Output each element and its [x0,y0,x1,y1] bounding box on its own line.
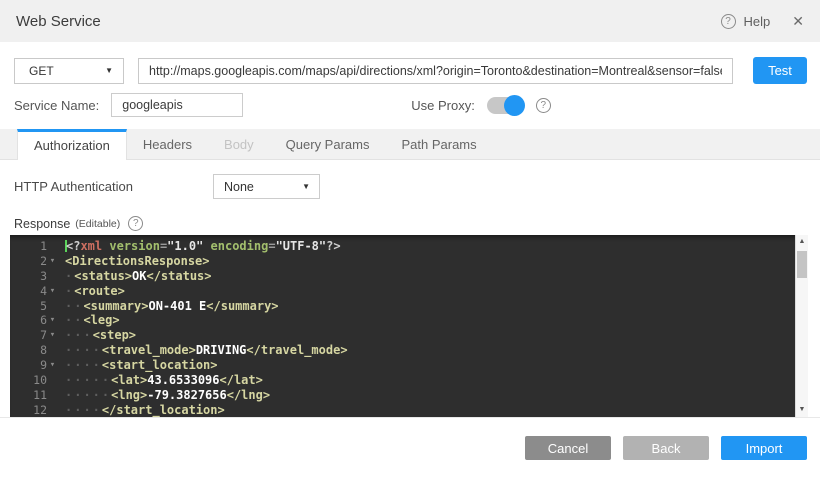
http-method-select[interactable]: GET ▼ [14,58,124,84]
toggle-knob-icon [504,95,525,116]
code-line: 12····</start_location> [10,403,795,417]
tab-bar: AuthorizationHeadersBodyQuery ParamsPath… [0,129,820,160]
chevron-down-icon: ▼ [302,182,310,191]
response-editor: 1<?xml version="1.0" encoding="UTF-8"?>2… [10,235,808,417]
fold-spacer [47,343,58,358]
back-button[interactable]: Back [623,436,709,460]
dialog-footer: Cancel Back Import [0,417,820,478]
code-line: 1<?xml version="1.0" encoding="UTF-8"?> [10,239,795,254]
tab-body: Body [208,129,270,159]
http-auth-value: None [224,180,254,194]
code-line: 4▾·<route> [10,284,795,299]
dialog-header: Web Service ? Help ✕ [0,0,820,42]
code-line: 11·····<lng>-79.3827656</lng> [10,388,795,403]
fold-arrow-icon[interactable]: ▾ [47,328,58,343]
help-link[interactable]: Help [744,14,771,29]
header-actions: ? Help ✕ [721,13,804,30]
response-help-icon[interactable]: ? [128,216,143,231]
http-method-value: GET [29,64,54,78]
service-row: Service Name: Use Proxy: ? [14,93,807,117]
proxy-help-icon[interactable]: ? [536,98,551,113]
response-editable-label: (Editable) [75,218,120,230]
editor-scrollbar: ▲ ▼ [795,235,808,417]
code-line: 3·<status>OK</status> [10,269,795,284]
use-proxy-label: Use Proxy: [411,98,475,113]
service-name-input[interactable] [111,93,243,117]
help-circle-icon[interactable]: ? [721,14,736,29]
fold-arrow-icon[interactable]: ▾ [47,254,58,269]
code-line: 9▾····<start_location> [10,358,795,373]
import-button[interactable]: Import [721,436,807,460]
code-line: 6▾··<leg> [10,313,795,328]
scroll-down-icon[interactable]: ▼ [796,403,808,417]
tab-authorization[interactable]: Authorization [17,129,127,160]
fold-spacer [47,403,58,417]
url-input[interactable] [138,58,733,84]
response-label: Response [14,217,70,231]
fold-spacer [47,239,58,254]
service-name-label: Service Name: [14,98,99,113]
web-service-dialog: Web Service ? Help ✕ GET ▼ Test Service … [0,0,820,478]
code-line: 10·····<lat>43.6533096</lat> [10,373,795,388]
close-icon[interactable]: ✕ [792,13,804,30]
tab-headers[interactable]: Headers [127,129,208,159]
http-auth-label: HTTP Authentication [14,179,213,194]
code-line: 5··<summary>ON-401 E</summary> [10,299,795,314]
request-row: GET ▼ Test [14,57,807,84]
code-line: 7▾···<step> [10,328,795,343]
use-proxy-toggle[interactable] [487,97,524,114]
tab-query-params[interactable]: Query Params [270,129,386,159]
response-label-row: Response (Editable) ? [14,216,806,231]
fold-arrow-icon[interactable]: ▾ [47,284,58,299]
fold-arrow-icon[interactable]: ▾ [47,358,58,373]
http-auth-select[interactable]: None ▼ [213,174,320,199]
chevron-down-icon: ▼ [105,66,113,75]
tab-path-params[interactable]: Path Params [385,129,492,159]
fold-spacer [47,373,58,388]
fold-spacer [47,388,58,403]
scrollbar-thumb[interactable] [797,251,807,278]
fold-arrow-icon[interactable]: ▾ [47,313,58,328]
code-lines[interactable]: 1<?xml version="1.0" encoding="UTF-8"?>2… [10,235,795,417]
code-line: 8····<travel_mode>DRIVING</travel_mode> [10,343,795,358]
test-button[interactable]: Test [753,57,807,84]
fold-spacer [47,269,58,284]
page-title: Web Service [16,13,101,30]
code-line: 2▾<DirectionsResponse> [10,254,795,269]
fold-spacer [47,299,58,314]
http-auth-row: HTTP Authentication None ▼ [14,174,806,199]
cancel-button[interactable]: Cancel [525,436,611,460]
use-proxy-group: Use Proxy: ? [411,97,551,114]
scroll-up-icon[interactable]: ▲ [796,235,808,249]
